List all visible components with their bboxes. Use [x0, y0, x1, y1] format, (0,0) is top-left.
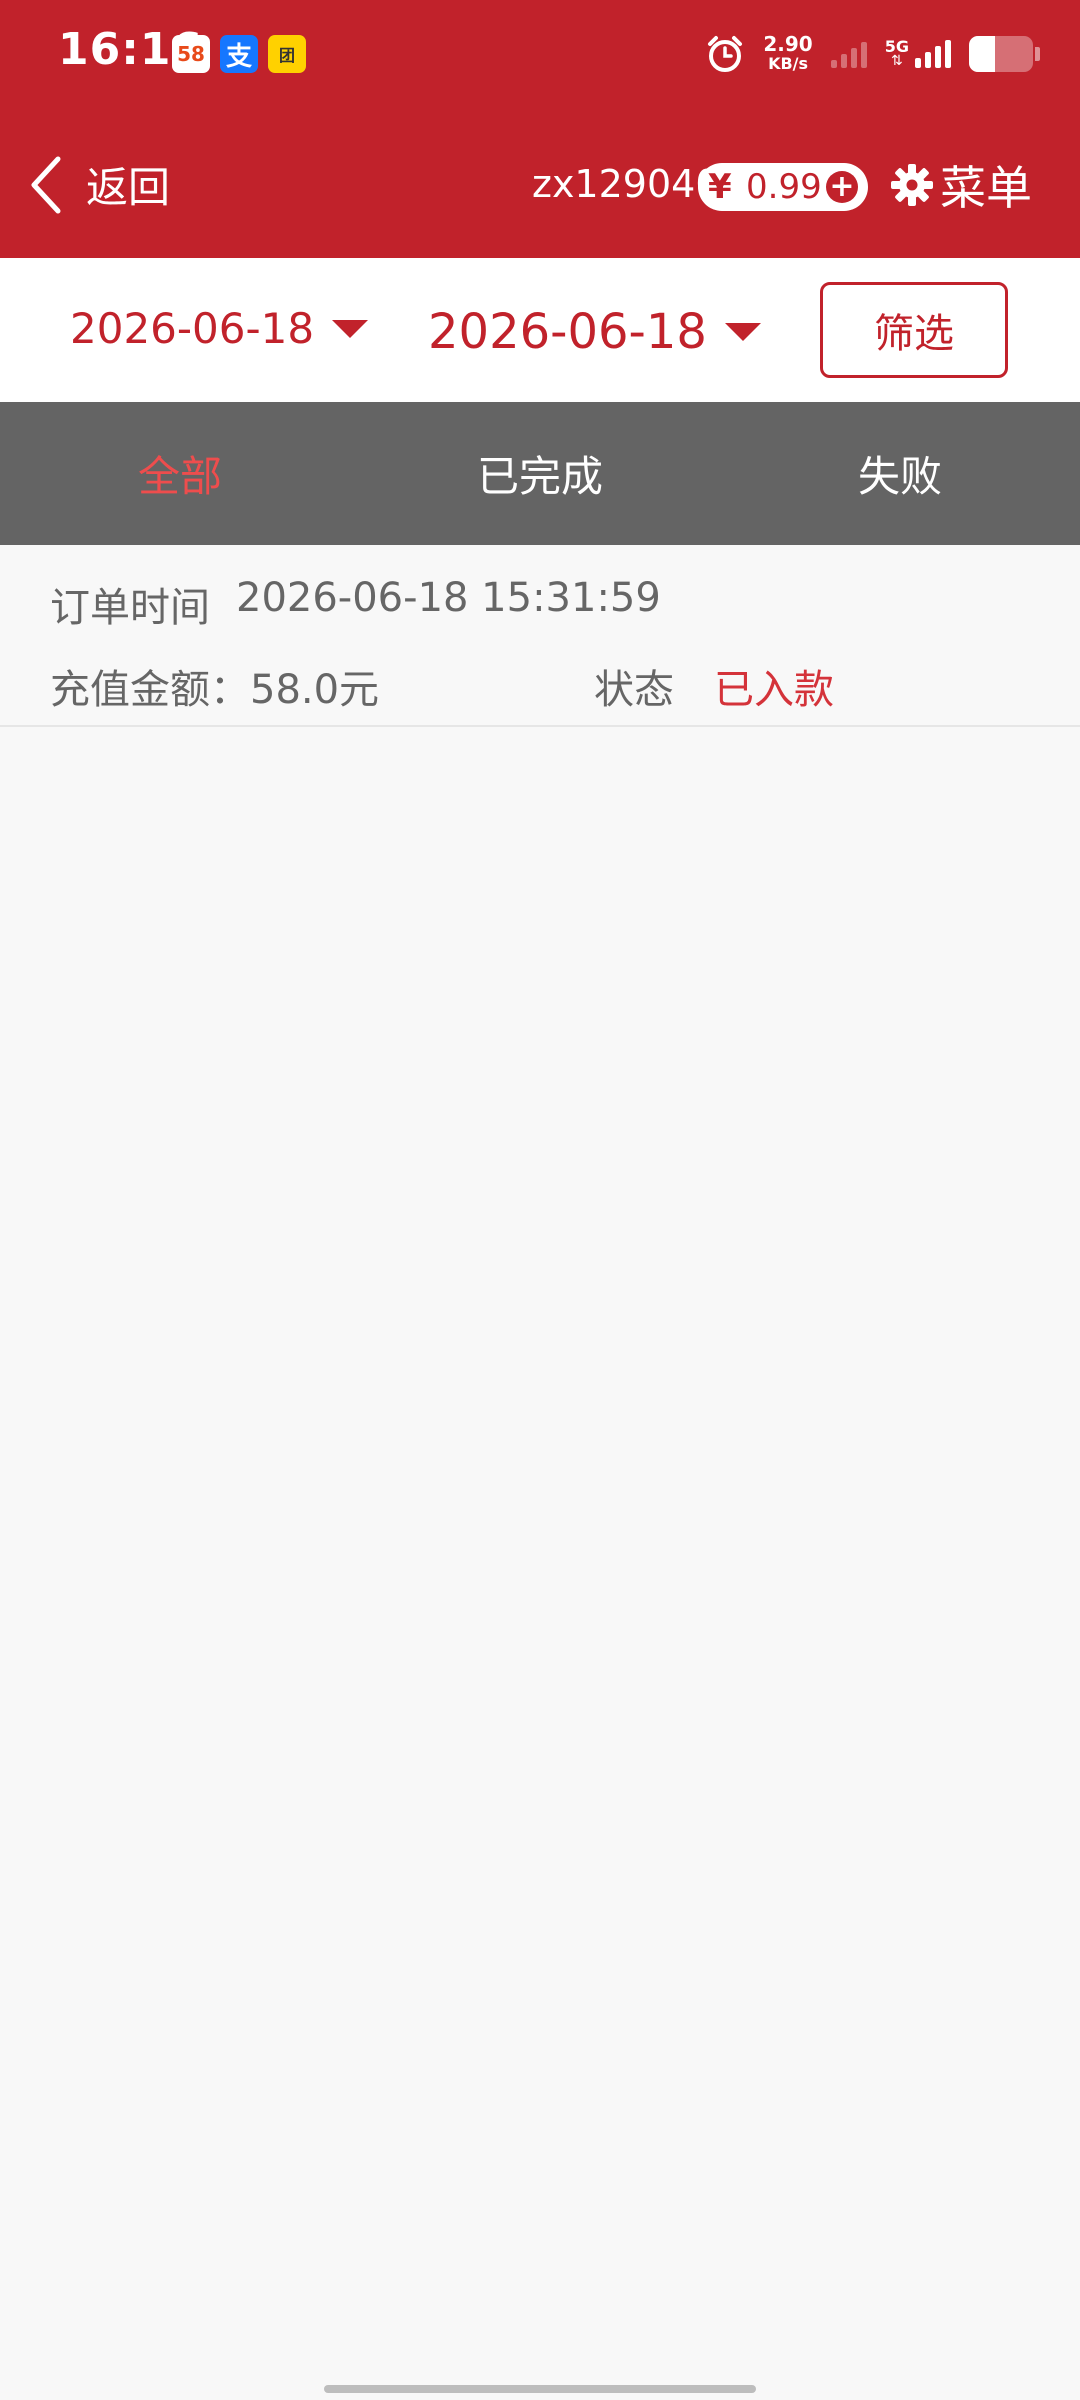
status-right: 2.90 KB/s 5G ⇅: [705, 28, 1040, 80]
battery-level: [969, 36, 995, 72]
back-button[interactable]: 返回: [26, 154, 170, 215]
header: 返回 zx129040 ¥ 0.99 + 菜单: [0, 140, 1080, 235]
end-date-value: 2026-06-18: [428, 304, 707, 360]
app-root: 16:16 58 支 团 2.90 KB/s 5G ⇅ 返回 zx129040 …: [0, 0, 1080, 2400]
app-58-icon: 58: [172, 35, 210, 73]
order-time-value: 2026-06-18 15:31:59: [236, 575, 661, 621]
net-speed: 2.90 KB/s: [763, 34, 812, 74]
notification-icons: 58 支 团: [172, 35, 306, 73]
date-filter-bar: 2026-06-18 2026-06-18 筛选: [0, 258, 1080, 402]
home-indicator[interactable]: [324, 2385, 756, 2393]
balance-pill[interactable]: ¥ 0.99 +: [698, 163, 868, 211]
meituan-icon: 团: [268, 35, 306, 73]
order-status-row: 状态 已入款: [594, 657, 834, 715]
net-speed-unit: KB/s: [768, 54, 809, 73]
net-speed-value: 2.90: [763, 32, 813, 56]
tab-completed[interactable]: 已完成: [360, 402, 720, 545]
tab-all[interactable]: 全部: [0, 402, 360, 545]
order-list: 订单时间 2026-06-18 15:31:59 充值金额：58.0元 状态 已…: [0, 545, 1080, 727]
battery-icon: [969, 36, 1040, 72]
chevron-left-icon: [31, 156, 61, 213]
back-label: 返回: [86, 163, 171, 212]
balance-amount: 0.99: [746, 167, 822, 207]
network-type-label: 5G: [884, 37, 909, 56]
status-value: 已入款: [714, 667, 834, 713]
start-date-select[interactable]: 2026-06-18: [70, 304, 369, 353]
username: zx129040: [532, 162, 720, 206]
filter-button[interactable]: 筛选: [820, 282, 1008, 378]
status-tabs: 全部 已完成 失败: [0, 402, 1080, 545]
dropdown-arrow-icon: [332, 319, 369, 338]
dropdown-arrow-icon: [724, 323, 761, 341]
order-time-row: 订单时间 2026-06-18 15:31:59: [50, 575, 661, 633]
gear-icon: [891, 164, 933, 206]
alarm-icon: [708, 36, 743, 72]
start-date-value: 2026-06-18: [70, 304, 315, 353]
end-date-select[interactable]: 2026-06-18: [428, 304, 761, 360]
add-balance-icon[interactable]: +: [826, 171, 858, 203]
menu-button[interactable]: 菜单: [890, 152, 1032, 218]
signal-weak-icon: [830, 40, 867, 68]
tab-failed[interactable]: 失败: [720, 402, 1080, 545]
alipay-icon: 支: [220, 35, 258, 73]
status-bar: 16:16 58 支 团 2.90 KB/s 5G ⇅: [0, 0, 1080, 108]
menu-label: 菜单: [940, 161, 1032, 215]
order-time-label: 订单时间: [50, 585, 210, 631]
recharge-amount: 充值金额：58.0元: [50, 667, 380, 713]
signal-5g-icon: 5G ⇅: [884, 37, 951, 68]
status-label: 状态: [594, 667, 674, 713]
list-item[interactable]: 订单时间 2026-06-18 15:31:59 充值金额：58.0元 状态 已…: [0, 545, 1080, 727]
yen-icon: ¥: [708, 167, 732, 207]
